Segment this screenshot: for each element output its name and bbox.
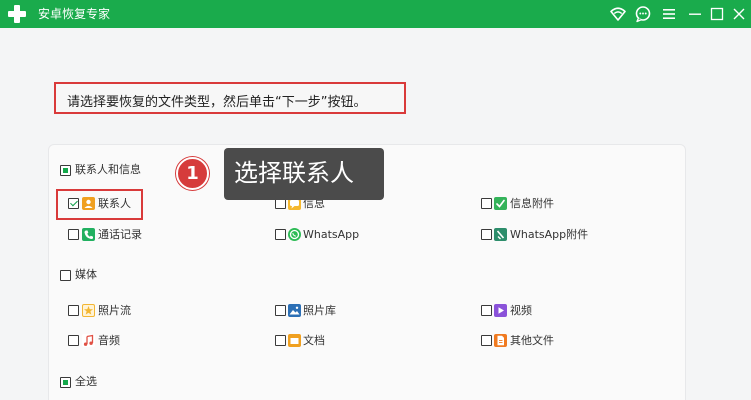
documents-label: 文档 — [303, 334, 325, 347]
whatsapp-attachments-icon — [494, 228, 507, 241]
whatsapp-icon — [288, 228, 301, 241]
step-callout: 选择联系人 — [224, 148, 384, 200]
maximize-icon[interactable] — [707, 4, 727, 24]
whatsapp-label: WhatsApp — [303, 228, 360, 241]
other-files-icon — [494, 334, 507, 347]
photo-stream-label: 照片流 — [98, 304, 131, 317]
other-files-checkbox[interactable] — [481, 335, 492, 346]
video-label: 视频 — [510, 304, 532, 317]
contacts-info-section-checkbox[interactable] — [60, 165, 71, 176]
call-logs-checkbox[interactable] — [68, 229, 79, 240]
video-checkbox[interactable] — [481, 305, 492, 316]
whatsapp-attachments-label: WhatsApp附件 — [510, 228, 589, 241]
other-files-label: 其他文件 — [510, 334, 554, 347]
chat-icon[interactable] — [633, 4, 653, 24]
photo-library-label: 照片库 — [303, 304, 336, 317]
step-callout-text: 选择联系人 — [234, 159, 354, 187]
audio-checkbox[interactable] — [68, 335, 79, 346]
documents-icon — [288, 334, 301, 347]
title-bar: 安卓恢复专家 — [0, 0, 751, 28]
photo-stream-icon — [82, 304, 95, 317]
message-attachments-checkbox[interactable] — [481, 198, 492, 209]
app-title: 安卓恢复专家 — [38, 7, 111, 21]
call-logs-icon — [82, 228, 95, 241]
menu-icon[interactable] — [659, 4, 679, 24]
audio-label: 音频 — [98, 334, 120, 347]
media-section-checkbox[interactable] — [60, 270, 71, 281]
whatsapp-attachments-checkbox[interactable] — [481, 229, 492, 240]
close-icon[interactable] — [729, 4, 749, 24]
video-icon — [494, 304, 507, 317]
photo-library-icon — [288, 304, 301, 317]
audio-icon — [82, 334, 95, 347]
media-section-label: 媒体 — [75, 268, 97, 281]
minimize-icon[interactable] — [685, 4, 705, 24]
photo-library-checkbox[interactable] — [275, 305, 286, 316]
documents-checkbox[interactable] — [275, 335, 286, 346]
contacts-highlight-box — [56, 189, 143, 220]
step-number-badge: 1 — [176, 157, 209, 190]
app-logo-icon — [8, 5, 26, 23]
select-all-checkbox[interactable] — [60, 377, 71, 388]
photo-stream-checkbox[interactable] — [68, 305, 79, 316]
contacts-info-section-label: 联系人和信息 — [75, 163, 141, 176]
message-attachments-label: 信息附件 — [510, 197, 554, 210]
instruction-highlight-box: 请选择要恢复的文件类型，然后单击“下一步”按钮。 — [54, 82, 406, 114]
message-attachments-icon — [494, 197, 507, 210]
whatsapp-checkbox[interactable] — [275, 229, 286, 240]
wifi-icon[interactable] — [608, 4, 628, 24]
select-all-label: 全选 — [75, 375, 97, 388]
instruction-text: 请选择要恢复的文件类型，然后单击“下一步”按钮。 — [67, 95, 367, 110]
call-logs-label: 通话记录 — [98, 228, 142, 241]
